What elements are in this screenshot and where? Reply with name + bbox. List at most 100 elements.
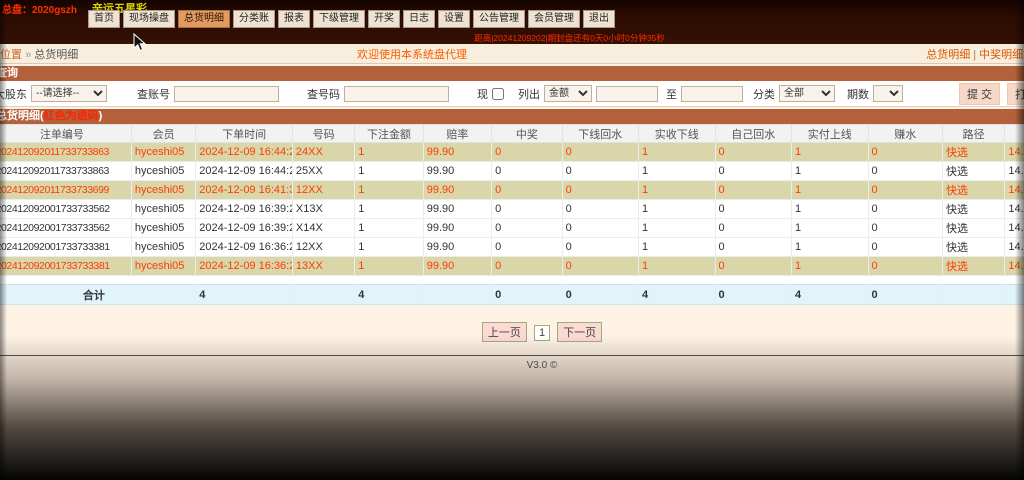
column-header-0: 注单编号: [0, 124, 132, 143]
next-page-button[interactable]: 下一页: [557, 322, 603, 342]
cell-2-2: 2024-12-09 16:41:39: [195, 180, 293, 200]
nav-item-6[interactable]: 开奖: [368, 10, 400, 28]
top-bar: 总盘：2020gszh 辛运五星彩 首页 现场操盘 总货明细 分类账 报表 下级管理 开奖日…: [0, 0, 1024, 44]
table-row-3: 202412092001733733562 hyceshi05 2024-12-09…: [0, 199, 1024, 219]
cell-1-10: 1: [791, 161, 869, 181]
cell-6-1: hyceshi05: [131, 256, 197, 276]
nav-item-2[interactable]: 总货明细: [178, 10, 230, 28]
total-cell-4: 0: [491, 284, 563, 305]
cell-2-12: 快选: [942, 180, 1006, 200]
cell-2-8: 1: [638, 180, 716, 200]
cell-6-4: 1: [354, 256, 424, 276]
nav-item-5[interactable]: 下级管理: [313, 10, 365, 28]
cell-3-8: 1: [638, 199, 716, 219]
cell-2-4: 1: [354, 180, 424, 200]
cell-4-12: 快选: [942, 218, 1006, 238]
cell-6-11: 0: [868, 256, 943, 276]
cash-checkbox[interactable]: [492, 87, 504, 100]
cell-1-7: 0: [562, 161, 640, 181]
nav-item-9[interactable]: 公告管理: [473, 10, 525, 28]
period-select[interactable]: [873, 85, 903, 102]
cell-6-9: 0: [715, 256, 793, 276]
number-input[interactable]: [344, 85, 449, 102]
cell-1-4: 1: [354, 161, 424, 181]
cell-5-9: 0: [715, 237, 793, 257]
total-cell-3: [423, 284, 493, 305]
nav-item-3[interactable]: 分类账: [233, 10, 275, 28]
cell-0-10: 1: [791, 142, 869, 162]
account-label: 查账号: [137, 88, 170, 101]
nav-item-1[interactable]: 现场操盘: [123, 10, 175, 28]
current-page-button[interactable]: 1: [533, 325, 551, 341]
cell-0-6: 0: [491, 142, 563, 162]
column-header-1: 会员: [130, 124, 197, 143]
column-header-12: 路径: [941, 124, 1006, 143]
cell-2-9: 0: [715, 180, 793, 200]
number-label: 查号码: [307, 88, 340, 101]
link-separator: |: [973, 48, 977, 61]
nav-item-10[interactable]: 会员管理: [528, 10, 580, 28]
cell-6-10: 1: [791, 256, 869, 276]
cell-6-12: 快选: [942, 256, 1006, 276]
cell-3-7: 0: [562, 199, 640, 219]
cell-0-7: 0: [562, 142, 640, 162]
category-select[interactable]: 全部: [779, 85, 835, 102]
orders-table: 注单编号 会员 下单时间 号码 下注金额 赔率 中奖 下线回水 实收下线 自己回水 实付上线 赚水 路径…: [0, 124, 1024, 305]
shareholder-select[interactable]: --请选择--: [31, 85, 107, 102]
cell-4-5: 99.90: [423, 218, 493, 238]
amount-from-input[interactable]: [596, 85, 658, 102]
breadcrumb-current: 总货明细: [34, 48, 79, 61]
nav-item-11[interactable]: 退出: [583, 10, 615, 28]
submit-button[interactable]: 提 交: [959, 82, 1001, 105]
prev-page-button[interactable]: 上一页: [481, 322, 527, 342]
cell-3-4: 1: [354, 199, 424, 219]
version-text: V3.0 ©: [526, 360, 558, 371]
detail-links: 总货明细|中奖明细|拦货明细: [657, 46, 1024, 62]
table-row-2: 202412092011733733699 hyceshi05 2024-12-09…: [0, 180, 1024, 200]
cell-0-0: 202412092011733733863: [0, 142, 132, 162]
cell-4-2: 2024-12-09 16:39:22: [195, 218, 293, 238]
total-label: 合计: [0, 284, 197, 305]
account-input[interactable]: [174, 85, 279, 102]
cell-2-13: 14.21: [1004, 180, 1024, 200]
nav-item-4[interactable]: 报表: [278, 10, 310, 28]
shareholder-label: 大股东: [0, 88, 27, 101]
breadcrumb-separator: »: [25, 48, 32, 61]
total-cell-8: 4: [791, 284, 869, 305]
column-header-5: 赔率: [422, 124, 493, 143]
cell-4-11: 0: [868, 218, 943, 238]
cell-4-9: 0: [715, 218, 793, 238]
cell-3-1: hyceshi05: [131, 199, 197, 219]
cell-4-4: 1: [354, 218, 424, 238]
nav-item-0[interactable]: 首页: [88, 10, 120, 28]
page-viewport: 总盘：2020gszh 辛运五星彩 首页 现场操盘 总货明细 分类账 报表 下级管理 开奖日…: [0, 0, 1024, 480]
nav-item-8[interactable]: 设置: [438, 10, 470, 28]
column-header-13: IP: [1004, 124, 1024, 143]
cell-3-3: X13X: [292, 199, 356, 219]
amount-to-input[interactable]: [681, 85, 743, 102]
print-button[interactable]: 打印: [1007, 82, 1024, 105]
column-header-2: 下单时间: [195, 124, 293, 143]
cell-6-0: 202412092001733733381: [0, 256, 132, 276]
breadcrumb-bar: 位置 » 总货明细 欢迎使用本系统盘代理 总货明细|中奖明细|拦货明细: [0, 44, 1024, 64]
breadcrumb-prefix: 位置: [0, 48, 22, 61]
cell-1-12: 快选: [942, 161, 1006, 181]
column-header-9: 自己回水: [714, 124, 793, 143]
spacer-cell: [0, 275, 1024, 285]
cell-5-5: 99.90: [423, 237, 493, 257]
total-cell-11: [1004, 284, 1024, 305]
table-row-6: 202412092001733733381 hyceshi05 2024-12-09…: [0, 256, 1024, 276]
cell-0-13: 14.21: [1004, 142, 1024, 162]
query-section-bar: 查询: [0, 66, 1024, 81]
cell-2-1: hyceshi05: [131, 180, 197, 200]
list-type-select[interactable]: 金额: [544, 85, 592, 102]
detail-link-1[interactable]: 中奖明细: [979, 49, 1023, 61]
detail-link-0[interactable]: 总货明细: [926, 49, 970, 61]
cell-6-3: 13XX: [292, 256, 356, 276]
column-header-4: 下注金额: [354, 124, 424, 143]
nav-item-7[interactable]: 日志: [403, 10, 435, 28]
footer-divider: [0, 355, 1024, 356]
cell-5-6: 0: [491, 237, 563, 257]
column-header-11: 赚水: [867, 124, 943, 143]
cell-3-0: 202412092001733733562: [0, 199, 132, 219]
